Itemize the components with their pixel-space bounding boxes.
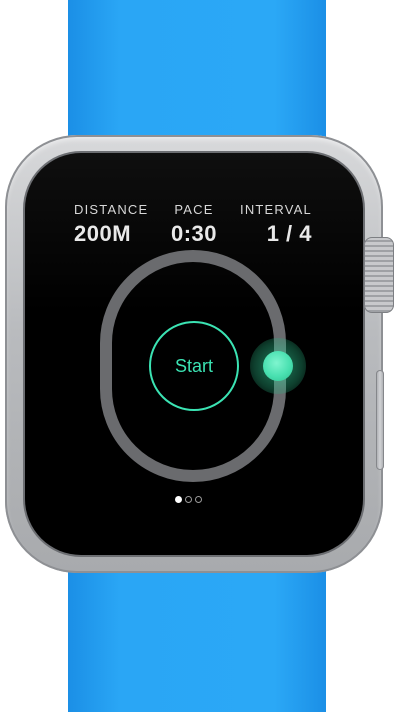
- runner-position-icon: [263, 351, 293, 381]
- workout-screen: DISTANCE 200M PACE 0:30 INTERVAL 1 / 4 S…: [44, 170, 334, 515]
- interval-value: 1 / 4: [266, 221, 312, 246]
- interval-stat: INTERVAL 1 / 4: [240, 202, 312, 247]
- pace-stat: PACE 0:30: [164, 202, 224, 247]
- pace-label: PACE: [174, 202, 214, 217]
- page-dot-1[interactable]: [175, 496, 182, 503]
- distance-label: DISTANCE: [74, 202, 149, 217]
- page-indicator[interactable]: [175, 496, 202, 503]
- page-dot-3[interactable]: [195, 496, 202, 503]
- start-button[interactable]: Start: [149, 321, 239, 411]
- side-button[interactable]: [376, 370, 384, 470]
- pace-value: 0:30: [170, 221, 218, 246]
- watch-device: DISTANCE 200M PACE 0:30 INTERVAL 1 / 4 S…: [0, 0, 400, 712]
- distance-value: 200M: [74, 221, 132, 246]
- digital-crown[interactable]: [364, 237, 394, 313]
- distance-stat: DISTANCE 200M: [74, 202, 148, 247]
- interval-label: INTERVAL: [240, 202, 312, 217]
- page-dot-2[interactable]: [185, 496, 192, 503]
